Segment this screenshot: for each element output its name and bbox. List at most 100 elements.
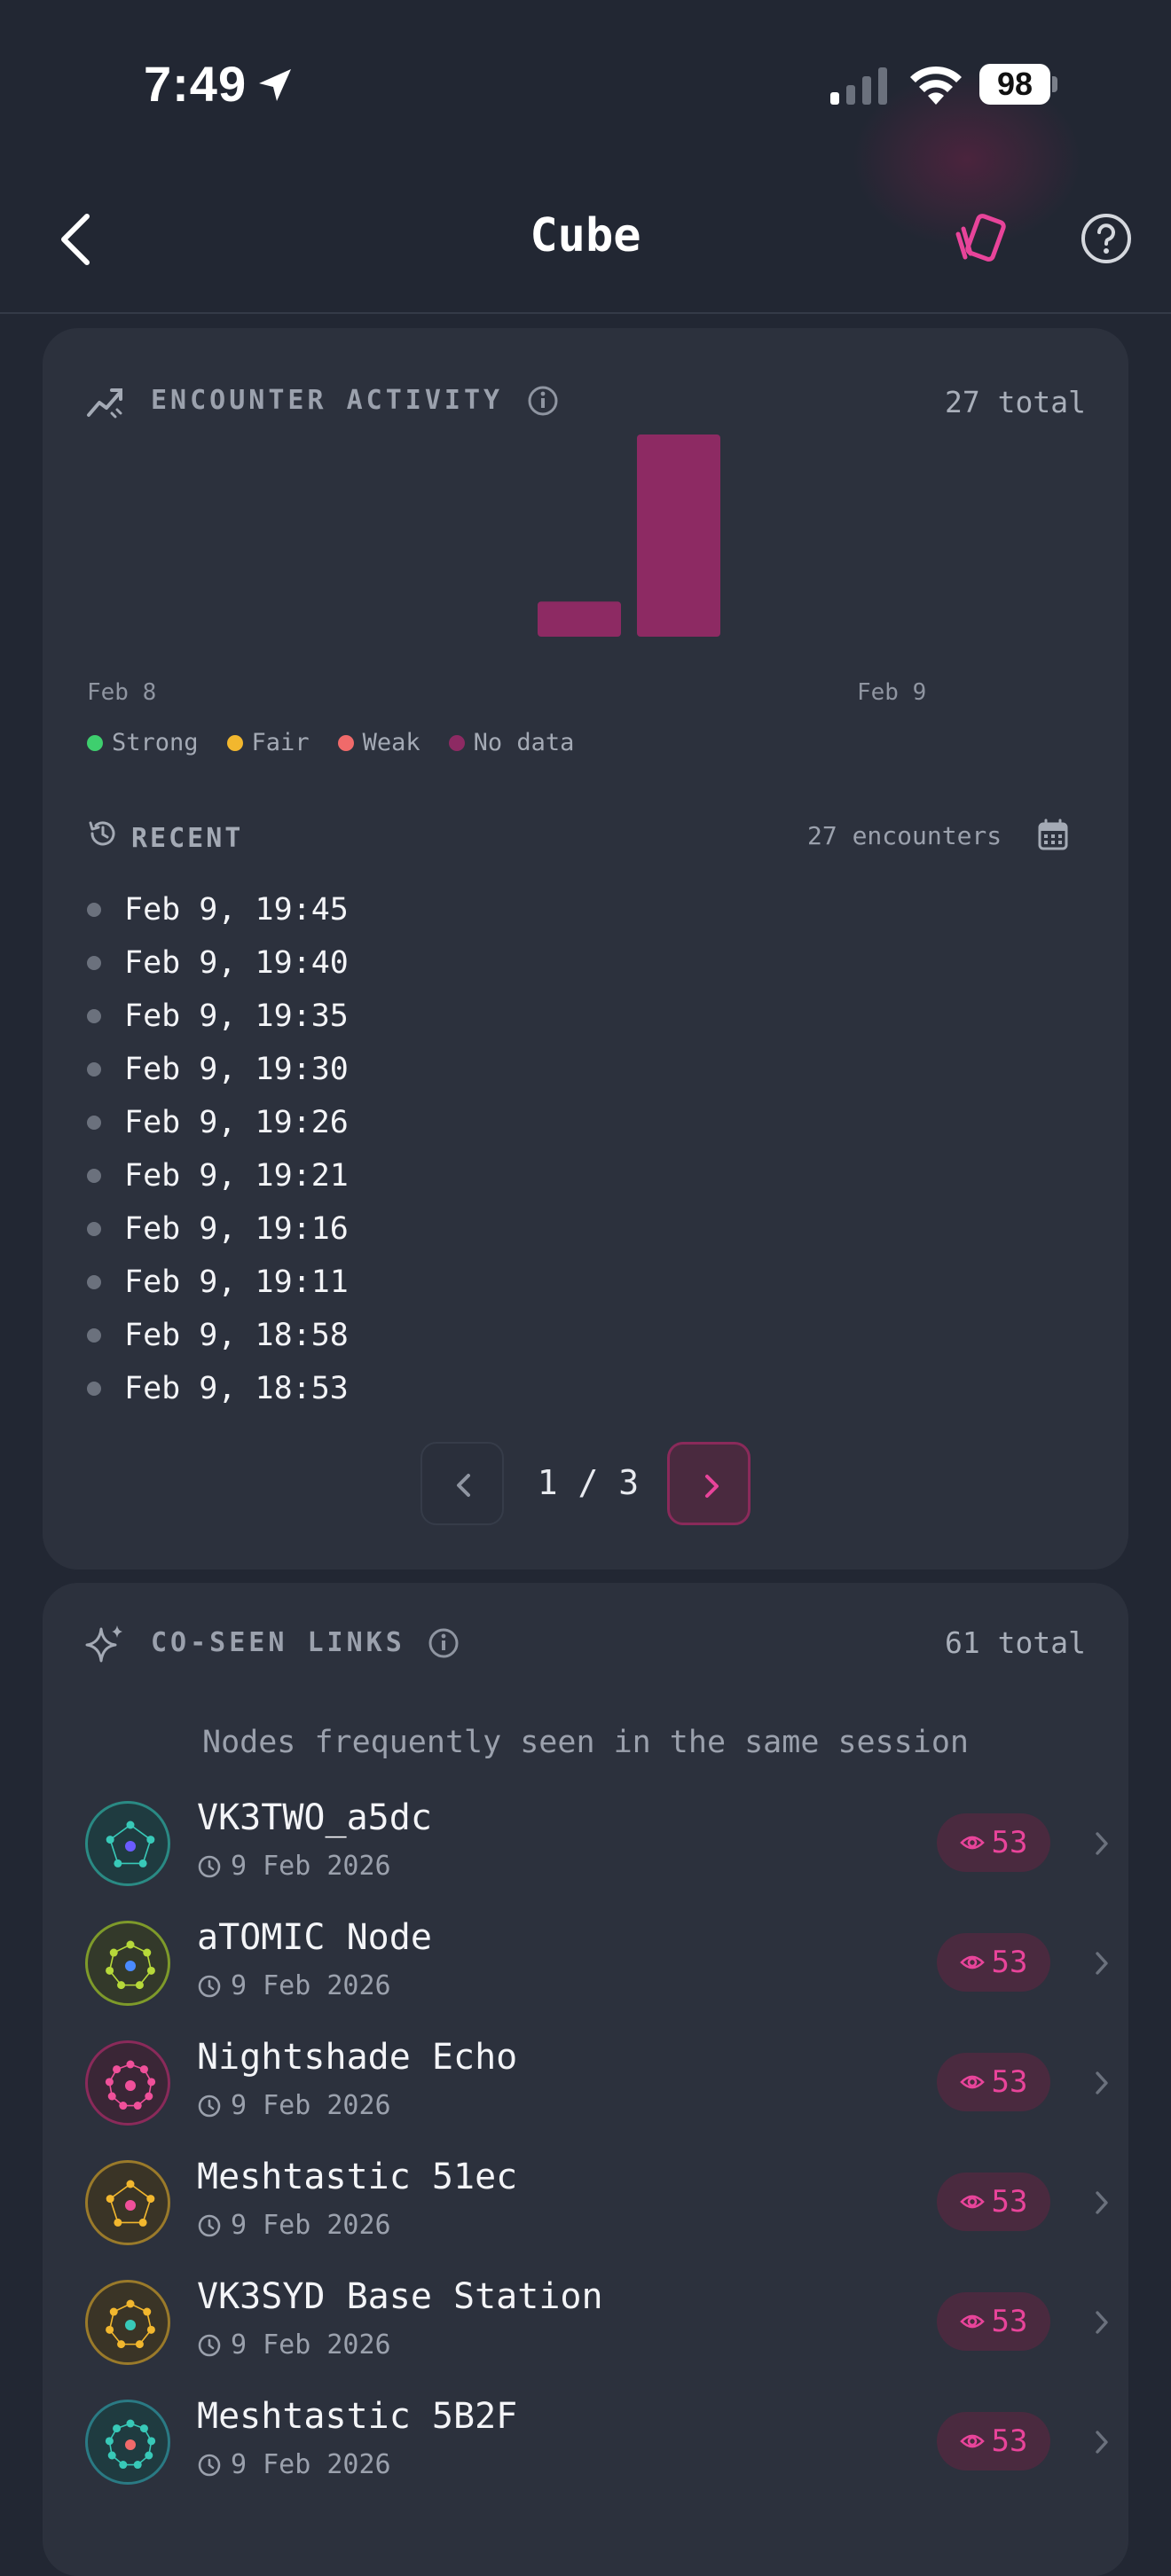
history-icon xyxy=(89,821,115,846)
node-last-seen: 9 Feb 2026 xyxy=(197,1851,391,1882)
chart-bar xyxy=(538,601,621,637)
legend-label: Strong xyxy=(112,729,199,756)
list-item: Feb 9, 19:16 xyxy=(87,1202,974,1256)
node-last-seen: 9 Feb 2026 xyxy=(197,2329,391,2361)
seen-count-badge: 53 xyxy=(937,2412,1050,2470)
node-date: 9 Feb 2026 xyxy=(231,1851,391,1882)
list-item: Feb 9, 19:40 xyxy=(87,936,974,990)
encounter-time: Feb 9, 19:26 xyxy=(124,1105,349,1140)
list-bullet xyxy=(87,1222,101,1236)
info-icon[interactable] xyxy=(428,1627,460,1659)
co-seen-list: VK3TWO_a5dc 9 Feb 2026 53 aTOMIC Node 9 Feb … xyxy=(85,1797,1108,2519)
list-bullet xyxy=(87,1169,101,1183)
encounter-time: Feb 9, 18:58 xyxy=(124,1318,349,1353)
list-item[interactable]: Nightshade Echo 9 Feb 2026 53 xyxy=(85,2037,1108,2160)
list-item[interactable]: VK3TWO_a5dc 9 Feb 2026 53 xyxy=(85,1797,1108,1921)
chevron-right-icon xyxy=(1096,1952,1108,1975)
list-bullet xyxy=(87,1275,101,1289)
eye-icon xyxy=(959,2195,985,2209)
eye-icon xyxy=(959,2314,985,2329)
node-pattern-icon xyxy=(105,2419,156,2470)
list-bullet xyxy=(87,1009,101,1023)
help-icon[interactable] xyxy=(1081,213,1132,264)
chart-start-date: Feb 8 xyxy=(87,679,157,706)
chevron-right-icon xyxy=(1096,1832,1108,1855)
list-item[interactable]: Meshtastic 51ec 9 Feb 2026 53 xyxy=(85,2157,1108,2280)
list-item: Feb 9, 19:11 xyxy=(87,1256,974,1309)
node-name: VK3TWO_a5dc xyxy=(197,1797,432,1838)
legend-item-weak: Weak xyxy=(337,729,420,756)
encounter-time: Feb 9, 19:11 xyxy=(124,1265,349,1300)
seen-count: 53 xyxy=(991,1825,1028,1860)
seen-count: 53 xyxy=(991,2423,1028,2459)
node-last-seen: 9 Feb 2026 xyxy=(197,1970,391,2001)
node-avatar xyxy=(85,2160,170,2245)
activity-chart-icon xyxy=(87,388,122,419)
seen-count-badge: 53 xyxy=(937,2292,1050,2351)
seen-count: 53 xyxy=(991,1945,1028,1980)
legend-label: No data xyxy=(473,729,575,756)
list-item: Feb 9, 19:30 xyxy=(87,1043,974,1096)
list-bullet xyxy=(87,1116,101,1130)
chevron-right-icon xyxy=(1096,2071,1108,2094)
battery-indicator: 98 xyxy=(979,64,1057,105)
list-item: Feb 9, 18:58 xyxy=(87,1309,974,1362)
clock-icon xyxy=(198,2094,221,2117)
calendar-icon[interactable] xyxy=(1036,818,1070,851)
node-name: Meshtastic 5B2F xyxy=(197,2396,518,2437)
legend-item-fair: Fair xyxy=(226,729,310,756)
previous-page-button[interactable] xyxy=(420,1442,504,1525)
seen-count-badge: 53 xyxy=(937,1933,1050,1992)
location-arrow-icon xyxy=(259,69,291,101)
seen-count: 53 xyxy=(991,2304,1028,2339)
clock-icon xyxy=(198,2214,221,2236)
status-time: 7:49 xyxy=(144,56,248,112)
seen-count: 53 xyxy=(991,2184,1028,2220)
list-bullet xyxy=(87,1062,101,1077)
co-seen-links-card: CO-SEEN LINKS 61 total Nodes frequently … xyxy=(43,1583,1128,2576)
node-pattern-icon xyxy=(106,2180,155,2227)
clock-icon xyxy=(198,2454,221,2476)
cards-icon[interactable] xyxy=(949,213,1011,268)
page-indicator: 1 / 3 xyxy=(537,1463,640,1502)
list-item[interactable]: Meshtastic 5B2F 9 Feb 2026 53 xyxy=(85,2396,1108,2519)
node-date: 9 Feb 2026 xyxy=(231,1970,391,2001)
legend-dot-fair xyxy=(226,734,243,751)
chart-legend: Strong Fair Weak No data xyxy=(87,729,574,756)
encounter-time: Feb 9, 19:21 xyxy=(124,1158,349,1194)
node-pattern-icon xyxy=(106,2299,155,2349)
legend-label: Fair xyxy=(251,729,310,756)
encounter-activity-title: ENCOUNTER ACTIVITY xyxy=(151,385,504,416)
activity-total: 27 total xyxy=(945,385,1086,419)
info-icon[interactable] xyxy=(527,385,559,417)
eye-icon xyxy=(959,1955,985,1969)
seen-count-badge: 53 xyxy=(937,2053,1050,2111)
chevron-right-icon xyxy=(705,1475,719,1498)
list-item: Feb 9, 19:21 xyxy=(87,1149,974,1202)
encounter-time: Feb 9, 19:40 xyxy=(124,945,349,981)
encounter-time: Feb 9, 19:35 xyxy=(124,998,349,1034)
recent-title: RECENT xyxy=(131,823,244,854)
battery-nub xyxy=(1052,76,1057,92)
list-item[interactable]: aTOMIC Node 9 Feb 2026 53 xyxy=(85,1917,1108,2040)
node-name: VK3SYD Base Station xyxy=(197,2276,603,2317)
co-seen-links-title: CO-SEEN LINKS xyxy=(151,1627,405,1658)
activity-bar-chart xyxy=(538,435,720,637)
node-date: 9 Feb 2026 xyxy=(231,2449,391,2480)
next-page-button[interactable] xyxy=(667,1442,751,1525)
chevron-right-icon xyxy=(1096,2191,1108,2214)
seen-count: 53 xyxy=(991,2064,1028,2100)
list-item: Feb 9, 19:26 xyxy=(87,1096,974,1149)
list-item[interactable]: VK3SYD Base Station 9 Feb 2026 53 xyxy=(85,2276,1108,2400)
legend-label: Weak xyxy=(362,729,420,756)
node-last-seen: 9 Feb 2026 xyxy=(197,2210,391,2241)
battery-level: 98 xyxy=(979,64,1050,105)
eye-icon xyxy=(959,2434,985,2448)
node-last-seen: 9 Feb 2026 xyxy=(197,2090,391,2121)
legend-dot-weak xyxy=(337,734,354,751)
sparkles-icon xyxy=(85,1625,122,1663)
legend-item-no-data: No data xyxy=(448,729,575,756)
chevron-right-icon xyxy=(1096,2431,1108,2454)
list-item: Feb 9, 18:53 xyxy=(87,1362,974,1415)
chart-bar xyxy=(637,435,720,637)
